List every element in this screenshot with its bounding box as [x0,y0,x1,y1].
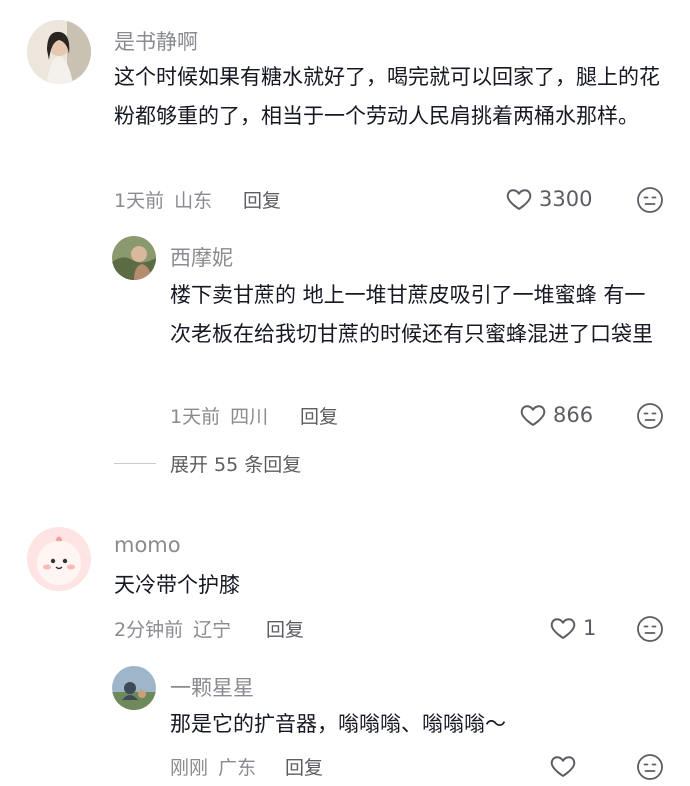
reply-text: 那是它的扩音器，嗡嗡嗡、嗡嗡嗡～ [170,712,506,736]
comment-timestamp: 2分钟前 [114,619,184,641]
reply-timestamp: 1天前 [170,406,221,428]
reply-username[interactable]: 一颗星星 [170,672,254,702]
expand-replies-button[interactable]: 展开 55 条回复 [114,450,301,477]
like-button[interactable]: 1 [549,614,596,642]
reply-button[interactable]: 回复 [285,753,323,780]
comment-username[interactable]: 是书静啊 [114,26,198,56]
reply-button[interactable]: 回复 [243,186,281,213]
comment-location: 山东 [174,190,213,212]
like-count: 1 [583,616,597,640]
like-count: 3300 [539,187,593,211]
reply-text: 楼下卖甘蔗的 地上一堆甘蔗皮吸引了一堆蜜蜂 有一次老板在给我切甘蔗的时候还有只蜜… [170,283,653,346]
avatar[interactable] [27,20,91,84]
divider [114,463,156,464]
avatar[interactable] [27,527,91,591]
comment-text: 天冷带个护膝 [114,573,240,597]
like-button[interactable]: 3300 [505,185,592,213]
meh-face-icon[interactable] [636,615,664,643]
reply-avatar[interactable] [112,666,156,710]
comment-text: 这个时候如果有糖水就好了，喝完就可以回家了，腿上的花粉都够重的了，相当于一个劳动… [114,65,660,128]
reply-username[interactable]: 西摩妮 [170,242,233,272]
reply-avatar[interactable] [112,236,156,280]
meh-face-icon[interactable] [636,753,664,781]
comment-username[interactable]: momo [114,533,181,557]
comment-time: 2分钟前 辽宁 [114,615,231,642]
reply-location: 四川 [230,406,269,428]
meh-face-icon[interactable] [636,402,664,430]
reply-button[interactable]: 回复 [300,402,338,429]
reply-timestamp: 刚刚 [170,757,209,779]
reply-time: 1天前 四川 [170,402,268,429]
like-count: 866 [553,403,594,427]
like-button[interactable]: 866 [519,401,593,429]
heart-outline-icon [549,614,577,642]
heart-outline-icon [505,185,533,213]
comment-timestamp: 1天前 [114,190,165,212]
comment-time: 1天前 山东 [114,186,212,213]
reply-location: 广东 [218,757,257,779]
meh-face-icon[interactable] [636,186,664,214]
comment-location: 辽宁 [193,619,232,641]
heart-outline-icon [519,401,547,429]
reply-time: 刚刚 广东 [170,753,256,780]
reply-button[interactable]: 回复 [266,615,304,642]
like-button[interactable] [549,752,583,780]
expand-replies-label: 展开 55 条回复 [170,454,302,476]
heart-outline-icon [549,752,577,780]
